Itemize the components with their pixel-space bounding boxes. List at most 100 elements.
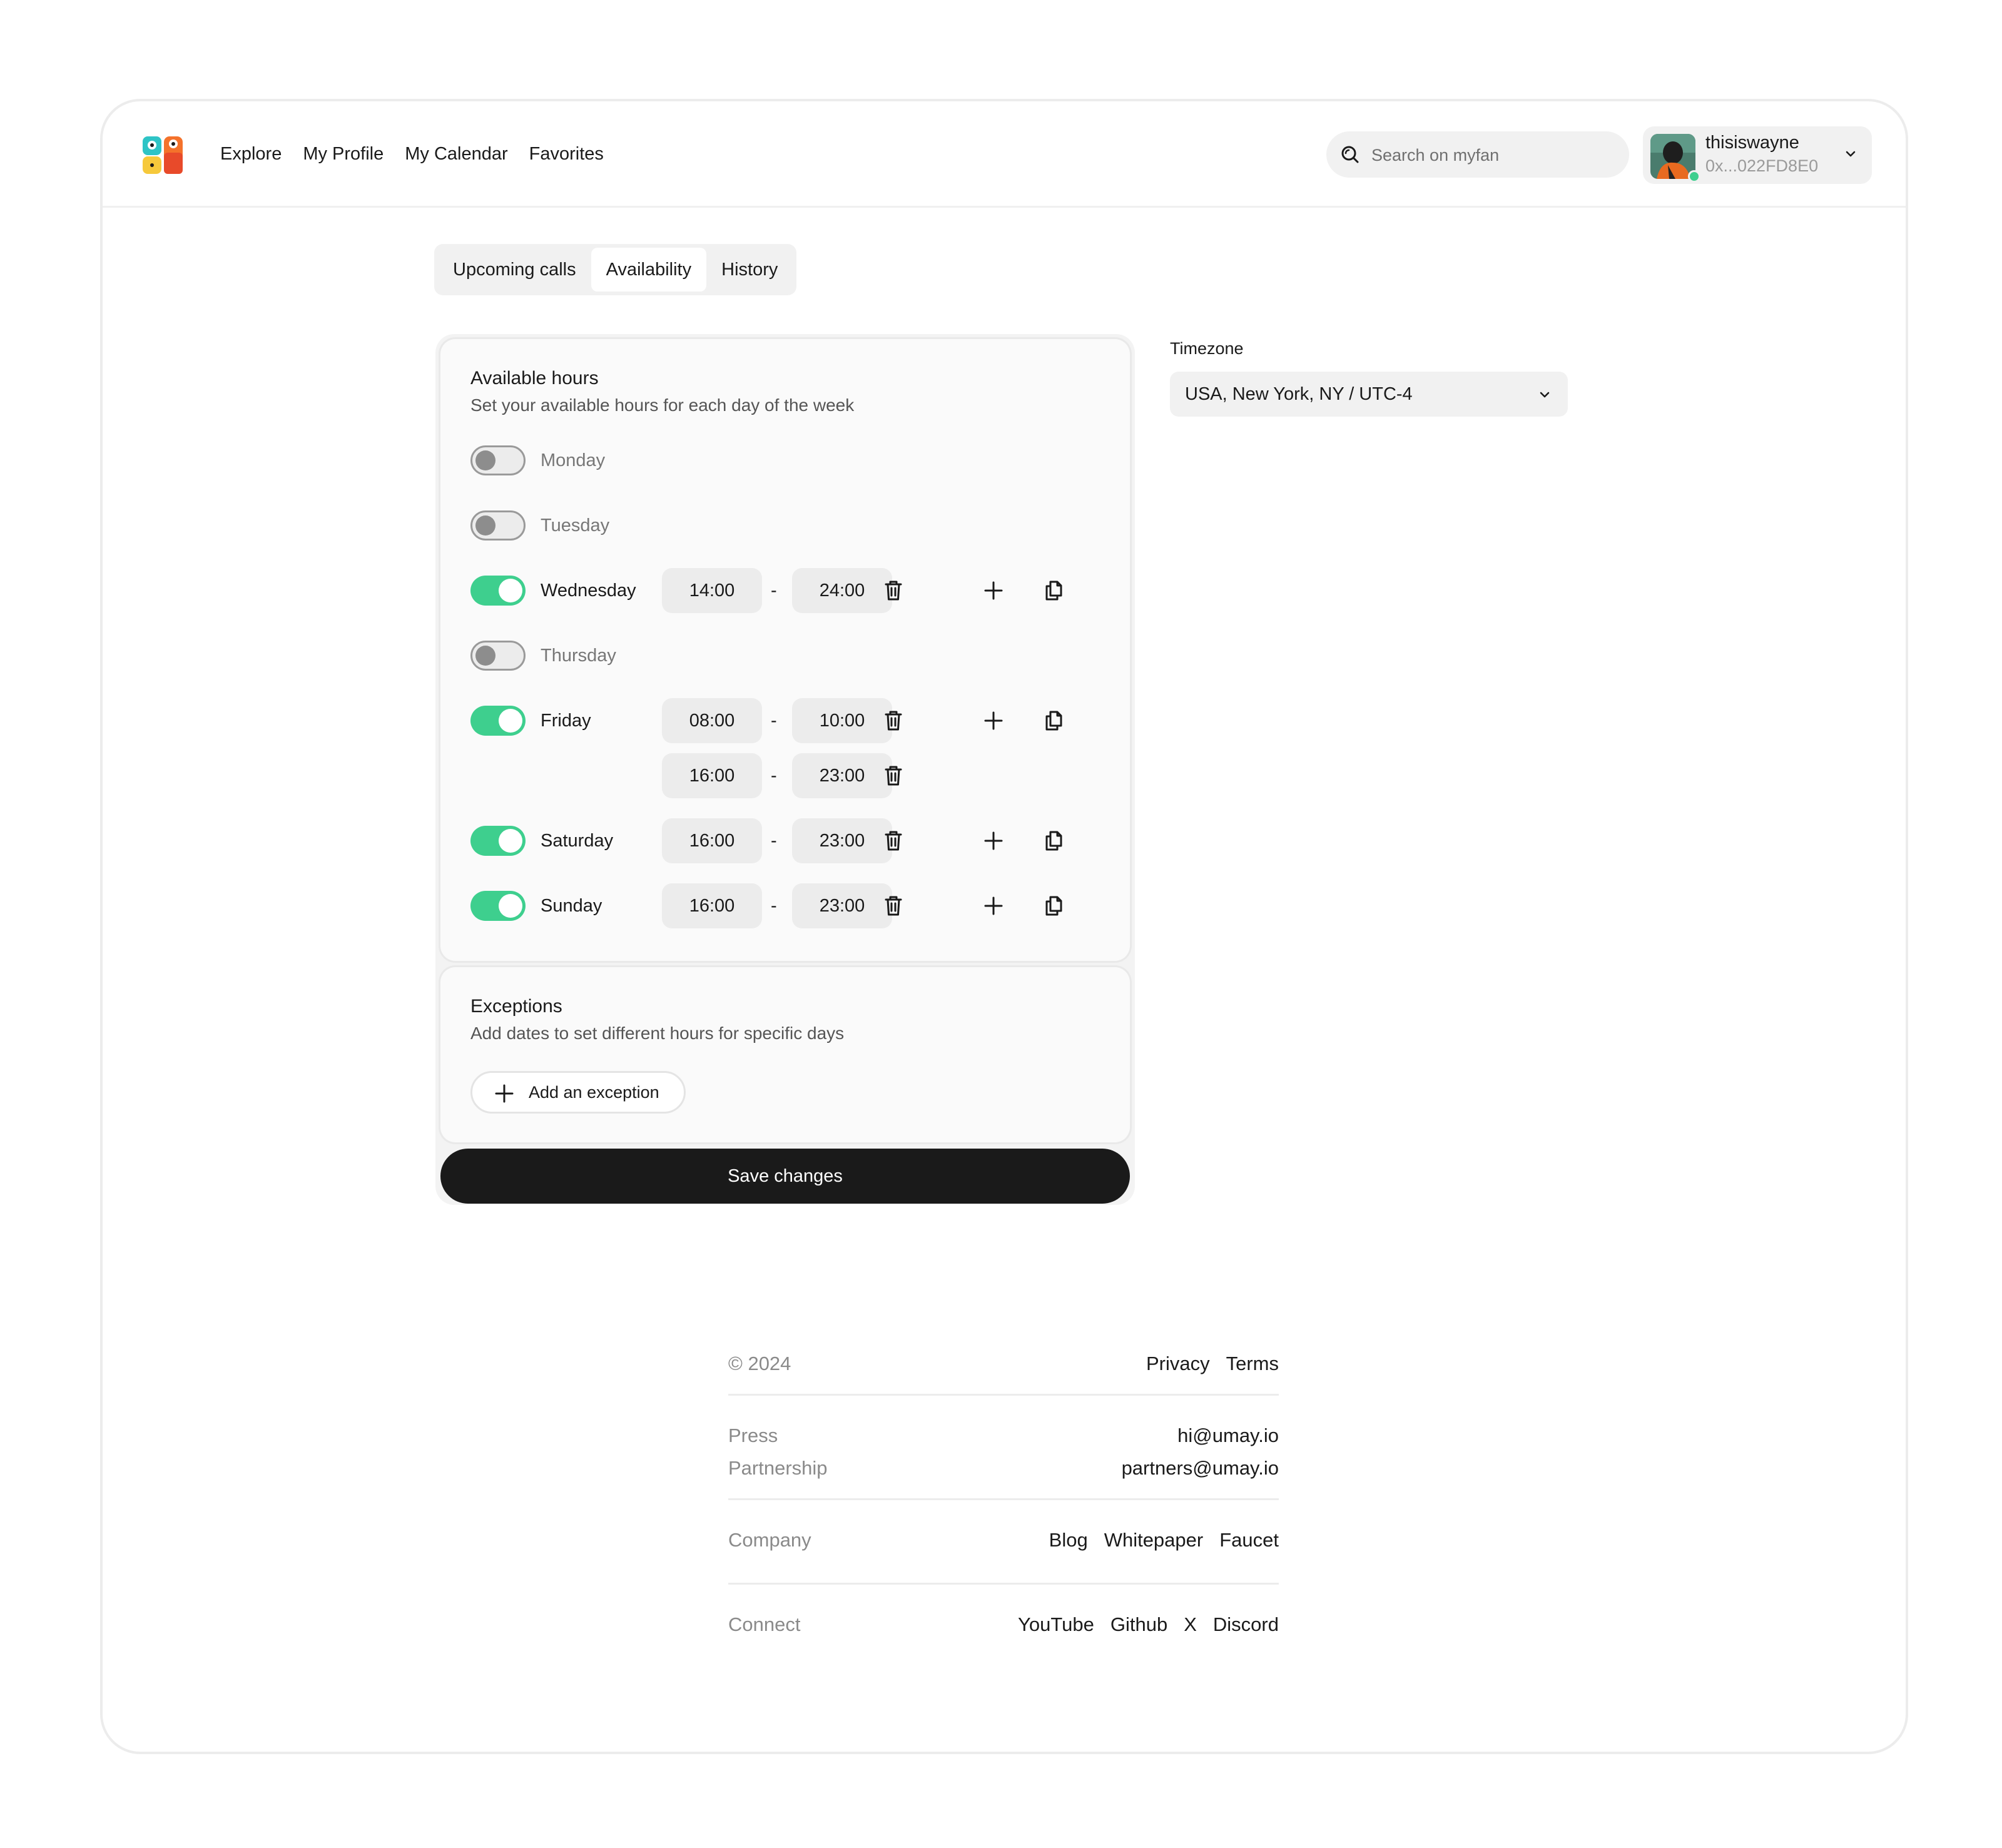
nav-my-profile[interactable]: My Profile [303,141,384,166]
privacy-link[interactable]: Privacy [1146,1353,1210,1375]
whitepaper-link[interactable]: Whitepaper [1104,1529,1204,1551]
plus-icon[interactable] [981,893,1006,918]
day-toggle[interactable] [470,576,526,606]
end-time[interactable]: 24:00 [792,568,892,613]
blog-link[interactable]: Blog [1049,1529,1088,1551]
copy-icon[interactable] [1041,708,1066,733]
exceptions-card: Exceptions Add dates to set different ho… [440,967,1130,1142]
end-time[interactable]: 10:00 [792,698,892,743]
press-email-link[interactable]: hi@umay.io [1177,1424,1279,1447]
faucet-link[interactable]: Faucet [1219,1529,1279,1551]
calendar-tabs: Upcoming calls Availability History [434,244,797,295]
chevron-down-icon [1540,392,1550,398]
search-bar [1326,131,1629,179]
day-label: Friday [541,711,591,731]
time-separator: - [771,766,777,786]
time-separator: - [771,581,777,601]
section-subtitle: Add dates to set different hours for spe… [470,1023,845,1043]
section-subtitle: Set your available hours for each day of… [470,395,855,415]
discord-link[interactable]: Discord [1213,1613,1279,1636]
terms-link[interactable]: Terms [1226,1353,1279,1375]
footer-press-row: Press hi@umay.io [728,1424,1279,1457]
tab-upcoming-calls[interactable]: Upcoming calls [438,248,591,292]
search-input[interactable] [1370,131,1617,179]
plus-icon [495,1084,514,1103]
time-slot-row: 16:00 - 23:00 [470,753,1109,798]
day-row-sunday: Sunday 16:00 - 23:00 [470,883,1109,928]
footer-divider [728,1583,1279,1585]
start-time[interactable]: 16:00 [662,818,762,863]
tab-availability[interactable]: Availability [591,248,707,292]
footer-company-row: Company Blog Whitepaper Faucet [728,1529,1279,1583]
copy-icon[interactable] [1041,578,1066,603]
day-toggle[interactable] [470,706,526,736]
connect-label: Connect [728,1613,801,1635]
section-title: Available hours [470,368,599,388]
footer-connect-row: Connect YouTube Github X Discord [728,1613,1279,1646]
company-label: Company [728,1529,811,1551]
wallet-address: 0x...022FD8E0 [1705,156,1819,175]
footer-divider [728,1498,1279,1500]
top-header: Explore My Profile My Calendar Favorites [103,101,1906,208]
section-title: Exceptions [470,996,562,1017]
day-row-saturday: Saturday 16:00 - 23:00 [470,818,1109,863]
x-link[interactable]: X [1184,1613,1197,1636]
start-time[interactable]: 08:00 [662,698,762,743]
plus-icon[interactable] [981,828,1006,853]
trash-icon[interactable] [881,828,906,853]
day-label: Thursday [541,646,616,666]
copyright: © 2024 [728,1353,791,1374]
timezone-value: USA, New York, NY / UTC-4 [1185,384,1413,404]
day-toggle[interactable] [470,826,526,856]
press-label: Press [728,1424,778,1446]
tab-history[interactable]: History [706,248,793,292]
trash-icon[interactable] [881,893,906,918]
day-label: Tuesday [541,515,610,536]
time-separator: - [771,831,777,851]
day-row-friday: Friday 08:00 - 10:00 [470,698,1109,743]
plus-icon[interactable] [981,708,1006,733]
end-time[interactable]: 23:00 [792,753,892,798]
day-label: Monday [541,450,606,470]
app-logo[interactable] [141,134,184,176]
add-exception-label: Add an exception [529,1083,659,1102]
nav-my-calendar[interactable]: My Calendar [405,141,507,166]
copy-icon[interactable] [1041,828,1066,853]
user-menu[interactable]: thisiswayne 0x...022FD8E0 [1643,126,1872,184]
site-footer: © 2024 Privacy Terms Press hi@umay.io Pa… [728,1353,1279,1646]
start-time[interactable]: 14:00 [662,568,762,613]
day-toggle[interactable] [470,641,526,671]
footer-partnership-row: Partnership partners@umay.io [728,1457,1279,1498]
availability-panel: Available hours Set your available hours… [435,334,1135,1205]
trash-icon[interactable] [881,708,906,733]
save-changes-button[interactable]: Save changes [440,1149,1130,1204]
partners-email-link[interactable]: partners@umay.io [1122,1457,1279,1480]
end-time[interactable]: 23:00 [792,883,892,928]
nav-explore[interactable]: Explore [220,141,282,166]
search-icon [1341,146,1359,163]
copy-icon[interactable] [1041,893,1066,918]
start-time[interactable]: 16:00 [662,883,762,928]
end-time[interactable]: 23:00 [792,818,892,863]
user-name: thisiswayne [1705,133,1799,153]
trash-icon[interactable] [881,763,906,788]
trash-icon[interactable] [881,578,906,603]
day-toggle[interactable] [470,891,526,921]
start-time[interactable]: 16:00 [662,753,762,798]
add-exception-button[interactable]: Add an exception [470,1071,686,1114]
timezone-label: Timezone [1170,339,1244,358]
time-separator: - [771,711,777,731]
nav-favorites[interactable]: Favorites [529,141,604,166]
timezone-select[interactable]: USA, New York, NY / UTC-4 [1170,372,1568,417]
time-separator: - [771,896,777,916]
day-label: Sunday [541,896,602,916]
online-status-dot [1688,170,1700,183]
app-window: Explore My Profile My Calendar Favorites [100,99,1908,1754]
day-toggle[interactable] [470,445,526,475]
github-link[interactable]: Github [1110,1613,1167,1636]
footer-legal-row: © 2024 Privacy Terms [728,1353,1279,1394]
plus-icon[interactable] [981,578,1006,603]
chevron-down-icon [1846,151,1856,157]
youtube-link[interactable]: YouTube [1018,1613,1094,1636]
day-toggle[interactable] [470,510,526,541]
